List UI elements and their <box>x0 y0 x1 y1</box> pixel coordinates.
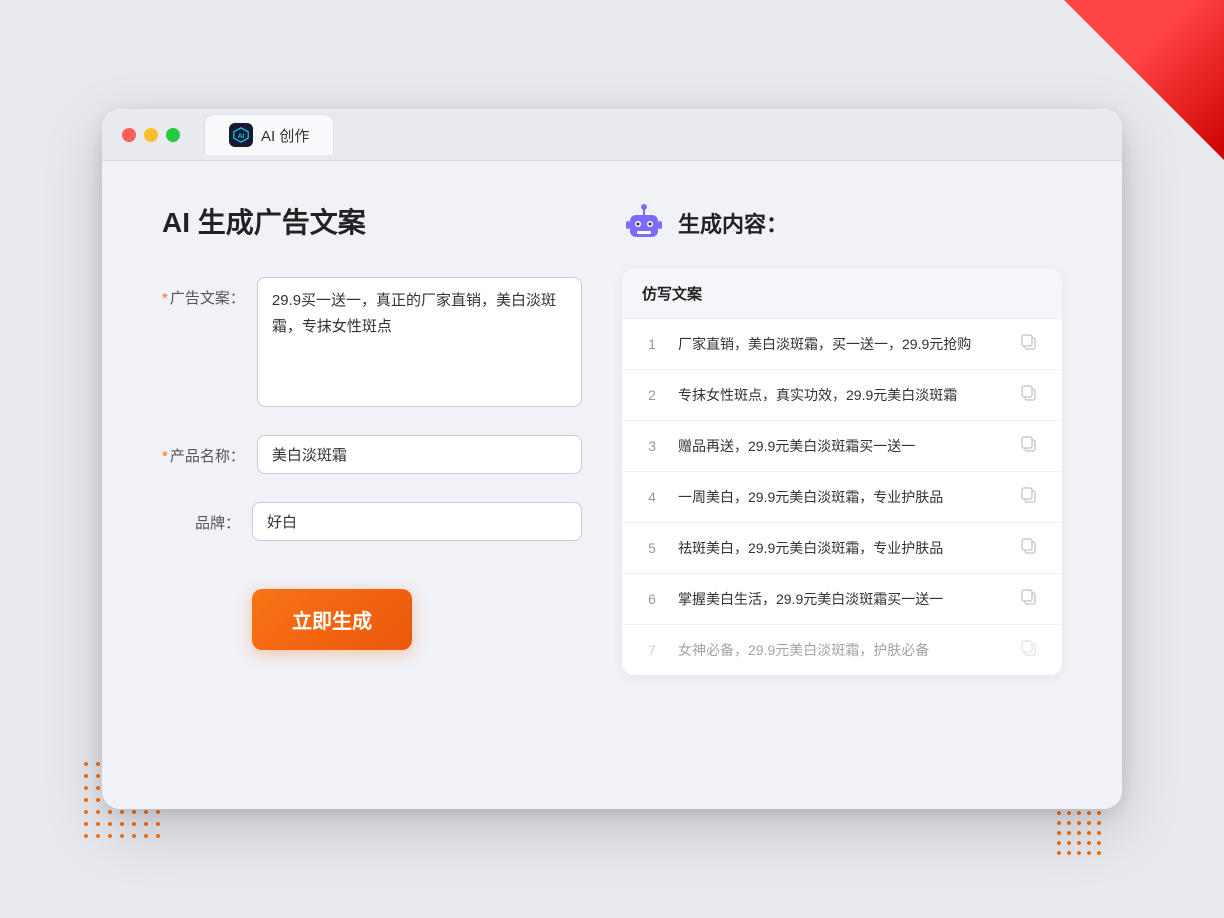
row-text: 掌握美白生活，29.9元美白淡斑霜买一送一 <box>678 589 1004 610</box>
row-text: 一周美白，29.9元美白淡斑霜，专业护肤品 <box>678 487 1004 508</box>
result-title: 生成内容： <box>678 207 788 239</box>
close-button[interactable] <box>122 128 136 142</box>
row-number: 7 <box>642 642 662 658</box>
result-header: 生成内容： <box>622 201 1062 245</box>
table-row: 5 祛斑美白，29.9元美白淡斑霜，专业护肤品 <box>622 523 1062 574</box>
maximize-button[interactable] <box>166 128 180 142</box>
copy-icon[interactable] <box>1020 639 1042 661</box>
brand-input[interactable] <box>252 502 582 541</box>
row-number: 1 <box>642 336 662 352</box>
table-row: 4 一周美白，29.9元美白淡斑霜，专业护肤品 <box>622 472 1062 523</box>
table-header: 仿写文案 <box>622 269 1062 319</box>
ad-copy-input[interactable]: 29.9买一送一，真正的厂家直销，美白淡斑霜，专抹女性斑点 <box>257 277 582 407</box>
ad-copy-row: *广告文案： 29.9买一送一，真正的厂家直销，美白淡斑霜，专抹女性斑点 <box>162 277 582 407</box>
minimize-button[interactable] <box>144 128 158 142</box>
row-text: 祛斑美白，29.9元美白淡斑霜，专业护肤品 <box>678 538 1004 559</box>
right-panel: 生成内容： 仿写文案 1 厂家直销，美白淡斑霜，买一送一，29.9元抢购 2 专… <box>622 201 1062 675</box>
page-title: AI 生成广告文案 <box>162 201 582 241</box>
row-text: 女神必备，29.9元美白淡斑霜，护肤必备 <box>678 640 1004 661</box>
table-row: 3 赠品再送，29.9元美白淡斑霜买一送一 <box>622 421 1062 472</box>
brand-label: 品牌： <box>162 502 252 533</box>
left-panel: AI 生成广告文案 *广告文案： 29.9买一送一，真正的厂家直销，美白淡斑霜，… <box>162 201 582 675</box>
row-text: 赠品再送，29.9元美白淡斑霜买一送一 <box>678 436 1004 457</box>
bg-decoration-dots-br <box>1054 808 1104 858</box>
tab-ai-creation[interactable]: AI AI 创作 <box>204 114 334 155</box>
table-header-text: 仿写文案 <box>642 286 702 303</box>
main-content: AI 生成广告文案 *广告文案： 29.9买一送一，真正的厂家直销，美白淡斑霜，… <box>102 161 1122 715</box>
row-number: 5 <box>642 540 662 556</box>
copy-icon[interactable] <box>1020 537 1042 559</box>
table-row: 1 厂家直销，美白淡斑霜，买一送一，29.9元抢购 <box>622 319 1062 370</box>
generate-button[interactable]: 立即生成 <box>252 589 412 650</box>
title-bar: AI AI 创作 <box>102 109 1122 161</box>
browser-window: AI AI 创作 AI 生成广告文案 *广告文案： 29.9买一送一，真正的厂家… <box>102 109 1122 809</box>
table-row: 6 掌握美白生活，29.9元美白淡斑霜买一送一 <box>622 574 1062 625</box>
copy-icon[interactable] <box>1020 384 1042 406</box>
ad-copy-required: * <box>162 290 168 307</box>
product-name-input[interactable] <box>257 435 582 474</box>
row-text: 专抹女性斑点，真实功效，29.9元美白淡斑霜 <box>678 385 1004 406</box>
ai-tab-icon: AI <box>229 123 253 147</box>
product-name-label: *产品名称： <box>162 435 257 466</box>
svg-text:AI: AI <box>238 133 245 140</box>
row-number: 3 <box>642 438 662 454</box>
tab-label: AI 创作 <box>261 125 309 146</box>
copy-icon[interactable] <box>1020 333 1042 355</box>
ad-copy-label: *广告文案： <box>162 277 257 308</box>
brand-row: 品牌： <box>162 502 582 541</box>
row-number: 4 <box>642 489 662 505</box>
row-number: 6 <box>642 591 662 607</box>
copy-icon[interactable] <box>1020 435 1042 457</box>
copy-icon[interactable] <box>1020 486 1042 508</box>
robot-icon <box>622 201 666 245</box>
copy-icon[interactable] <box>1020 588 1042 610</box>
result-table: 仿写文案 1 厂家直销，美白淡斑霜，买一送一，29.9元抢购 2 专抹女性斑点，… <box>622 269 1062 675</box>
table-row: 7 女神必备，29.9元美白淡斑霜，护肤必备 <box>622 625 1062 675</box>
product-name-row: *产品名称： <box>162 435 582 474</box>
product-name-required: * <box>162 448 168 465</box>
traffic-lights <box>122 128 180 142</box>
table-row: 2 专抹女性斑点，真实功效，29.9元美白淡斑霜 <box>622 370 1062 421</box>
row-text: 厂家直销，美白淡斑霜，买一送一，29.9元抢购 <box>678 334 1004 355</box>
result-rows: 1 厂家直销，美白淡斑霜，买一送一，29.9元抢购 2 专抹女性斑点，真实功效，… <box>622 319 1062 675</box>
row-number: 2 <box>642 387 662 403</box>
